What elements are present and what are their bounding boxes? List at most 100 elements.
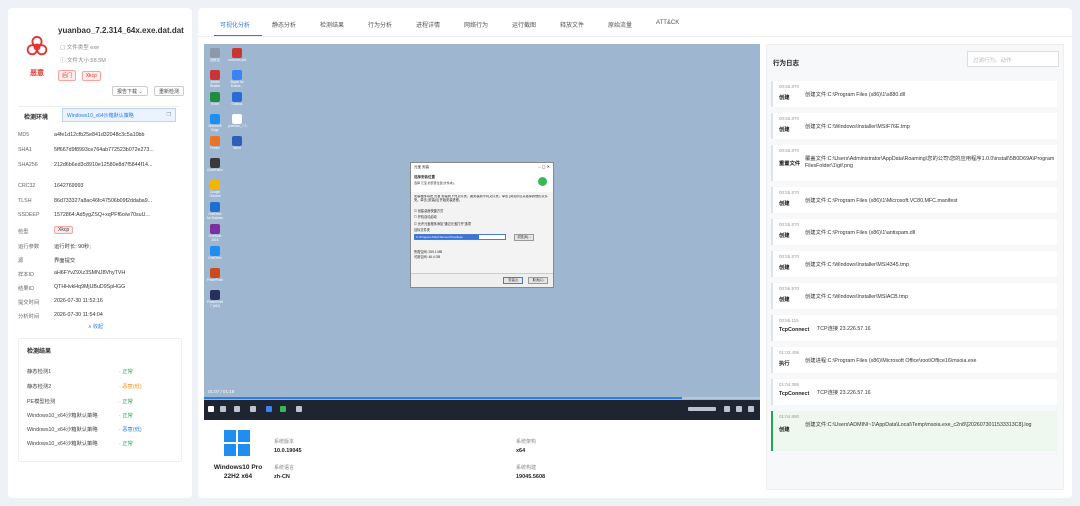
volume-slider[interactable] xyxy=(688,407,716,411)
env-select[interactable]: Windows10_x64沙箱默认策略 ❐ xyxy=(62,108,176,122)
tab-0[interactable]: 可视化分析 xyxy=(220,20,250,29)
check-desktop-shortcut[interactable]: ☑ 创建桌面快捷方式 xyxy=(414,208,550,213)
report-download-button[interactable]: 报告下载 ⌄ xyxy=(112,86,148,96)
file-size-text: 文件大小 58.5M xyxy=(67,58,106,64)
check-open-with[interactable]: ☑ 允许元宝程序添加"通过元宝打开"选项 xyxy=(414,221,550,226)
recheck-button[interactable]: 重新检测 xyxy=(154,86,185,96)
tab-2[interactable]: 检测结果 xyxy=(320,20,344,29)
tab-7[interactable]: 释放文件 xyxy=(560,20,584,29)
log-description: 创建文件:C:\Program Files (x86)\1\Microsoft.… xyxy=(805,198,958,204)
log-entry[interactable]: 00:56.970 创建 创建文件:C:\Windows\Installer\MSI… xyxy=(771,283,1057,309)
detail-key: 分析时间 xyxy=(18,314,40,320)
tab-5[interactable]: 网络行为 xyxy=(464,20,488,29)
desktop-icon-label: Outlook xyxy=(231,102,243,106)
divider xyxy=(18,106,180,107)
taskbar-icon xyxy=(250,406,256,412)
log-entry[interactable]: 01:04.890 创建 创建文件:C:\Users\ADMINI~1\AppDat… xyxy=(771,411,1057,451)
result-status: · 恶意(低) xyxy=(119,384,142,390)
log-action: TcpConnect xyxy=(779,391,810,397)
log-entry[interactable]: 01:03.406 执行 创建进程:C:\Program Files (x86)\M… xyxy=(771,347,1057,373)
log-time: 00:55.870 xyxy=(779,116,800,121)
pip-icon[interactable] xyxy=(736,406,742,412)
log-entry[interactable]: 00:55.870 创建 创建文件:C:\Program Files (x86)\1… xyxy=(771,219,1057,245)
log-action: 创建 xyxy=(779,127,790,133)
sys-arch-label: 系统架构 xyxy=(516,439,537,445)
play-icon[interactable] xyxy=(208,406,214,412)
sandbox-video[interactable]: 回收站 xxxxxxxx.pdf Adobe Reader Skype for Bus… xyxy=(204,44,760,420)
collapse-link[interactable]: ∧ 收起 xyxy=(88,323,103,330)
video-progress[interactable] xyxy=(204,397,760,399)
log-entry[interactable]: 00:56.115 TcpConnect TCP连接 23.226.57.16 xyxy=(771,315,1057,341)
log-action: 重置文件 xyxy=(779,161,801,167)
os-sub-text: 22H2 x64 xyxy=(223,473,253,480)
tab-divider xyxy=(198,36,1072,37)
desktop-icon: 回收站 xyxy=(206,48,224,63)
tab-8[interactable]: 原始流量 xyxy=(608,20,632,29)
desktop-icon-label: Google Chrome xyxy=(209,190,221,198)
behavior-log: 行为日志 过滤行为、动作 00:55.870 创建 创建文件:C:\Program … xyxy=(766,44,1064,490)
install-path-value: C:\Program Files\Tencent\Yuanbao xyxy=(415,234,479,239)
result-name: Windows10_x64沙箱默认策略 xyxy=(27,441,98,447)
installer-dialog: 元宝 安装 – ▢ ✕ 选择安装位置 选择 元宝 的安装位置(文件夹)。 安装程… xyxy=(410,162,554,288)
detail-key: MD5 xyxy=(18,132,30,138)
file-summary-panel: yuanbao_7.2.314_64x.exe.dat.dat ▢ 文件类型 e… xyxy=(8,8,192,498)
settings-icon[interactable] xyxy=(724,406,730,412)
sys-version-value: 10.0.19045 xyxy=(274,448,302,454)
desktop-icon-label: OneDrive xyxy=(208,256,222,260)
windows-logo-icon xyxy=(224,430,250,456)
env-label: 检测环境 xyxy=(24,115,49,121)
log-entry[interactable]: 00:55.870 创建 创建文件:C:\Windows\Installer\MSI… xyxy=(771,251,1057,277)
detail-value: 2026-07-30 11:54:04 xyxy=(54,312,103,318)
tab-3[interactable]: 行为分析 xyxy=(368,20,392,29)
tab-1[interactable]: 静态分析 xyxy=(272,20,296,29)
detail-key: SHA1 xyxy=(18,147,32,153)
log-action: 执行 xyxy=(779,361,790,367)
desktop-icon-label: Word xyxy=(233,146,241,150)
copy-icon[interactable]: ❐ xyxy=(167,112,171,118)
check-autostart[interactable]: ☐ 开机自动启动 xyxy=(414,214,550,219)
app-icon xyxy=(210,136,220,146)
app-icon xyxy=(232,92,242,102)
log-entry[interactable]: 00:55.870 创建 创建文件:C:\Windows\Installer\MSI… xyxy=(771,113,1057,139)
cancel-button[interactable]: 取消(C) xyxy=(528,277,548,284)
tab-4[interactable]: 进程详情 xyxy=(416,20,440,29)
taskbar-icon xyxy=(266,406,272,412)
detail-key: 提交时间 xyxy=(18,300,40,306)
file-icon: ▢ xyxy=(60,45,67,51)
yuanbao-logo-icon xyxy=(538,177,547,186)
log-time: 01:04.395 xyxy=(779,382,800,387)
detail-value: 1572864:Ad5ygZSQ+xqPFf6o/w70suU... xyxy=(54,212,150,218)
install-button[interactable]: 安装(I) xyxy=(503,277,523,284)
tab-9[interactable]: ATT&CK xyxy=(656,20,679,26)
desktop-icon-label: Microsoft Edge xyxy=(208,124,222,132)
video-time: 01:07 / 01:18 xyxy=(208,389,235,394)
desktop-icon-label: Adobe Reader xyxy=(209,80,221,88)
log-entry[interactable]: 01:04.395 TcpConnect TCP连接 23.226.57.16 xyxy=(771,379,1057,405)
log-time: 00:55.870 xyxy=(779,190,800,195)
desktop-icon: Word xyxy=(228,136,246,151)
log-filter-input[interactable]: 过滤行为、动作 xyxy=(967,51,1059,67)
install-path-input[interactable]: C:\Program Files\Tencent\Yuanbao xyxy=(414,233,506,240)
desktop-icon-label: 回收站 xyxy=(210,58,220,62)
result-status: · 恶意(低) xyxy=(119,427,142,433)
detail-key: 样本ID xyxy=(18,272,34,278)
log-time: 00:56.970 xyxy=(779,286,800,291)
log-entry[interactable]: 00:55.870 创建 创建文件:C:\Program Files (x86)\1… xyxy=(771,187,1057,213)
log-entry[interactable]: 00:55.870 创建 创建文件:C:\Program Files (x86)\1… xyxy=(771,81,1057,107)
taskbar-icon xyxy=(280,406,286,412)
result-name: PE模型检测 xyxy=(27,399,56,405)
browse-button[interactable]: 浏览(B)... xyxy=(514,233,534,241)
window-controls-icon: – ▢ ✕ xyxy=(538,164,550,169)
taskbar-icon xyxy=(296,406,302,412)
tab-6[interactable]: 运行截图 xyxy=(512,20,536,29)
log-entry[interactable]: 00:55.870 重置文件 覆盖文件:C:\Users\Administrator… xyxy=(771,145,1057,181)
verdict-label: 恶意 xyxy=(30,70,44,77)
fullscreen-icon[interactable] xyxy=(748,406,754,412)
app-icon xyxy=(210,202,220,212)
log-description: 创建文件:C:\Program Files (x86)\1\s880.dll xyxy=(805,92,906,98)
desktop-icon-label: PowerPoint xyxy=(206,278,224,282)
results-box: 检测结果 静态检测1 · 正常 静态检测2 · 恶意(低) PE模型检测 · 正常 Wind… xyxy=(18,338,182,462)
desktop-icon-label: xxxxxxxx.pdf xyxy=(228,58,247,62)
detail-value: 1642769993 xyxy=(54,183,84,189)
detail-key: 结果ID xyxy=(18,286,34,292)
